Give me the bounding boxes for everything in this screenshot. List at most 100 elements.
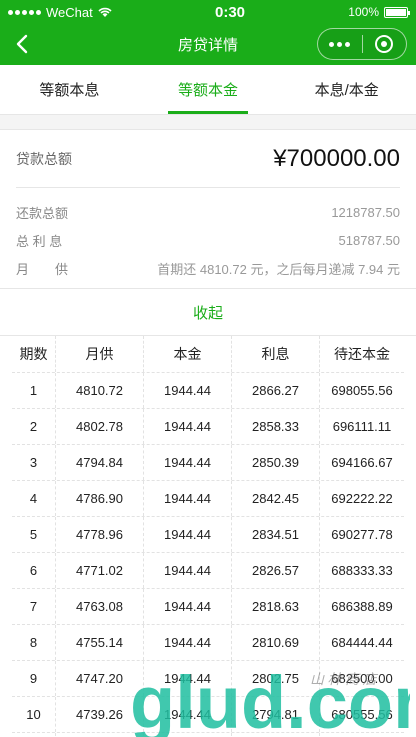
cell-principal: 1944.44 [144, 589, 232, 624]
capsule-menu [317, 28, 407, 60]
cell-principal: 1944.44 [144, 481, 232, 516]
cell-remaining: 684444.44 [331, 635, 393, 650]
cell-interest: 2802.75 [232, 661, 320, 696]
cell-principal: 1944.44 [144, 625, 232, 660]
cell-interest: 2786.88 [232, 733, 320, 737]
cell-interest: 2850.39 [232, 445, 320, 480]
summary-details: 还款总额 1218787.50 总 利 息 518787.50 月 供 首期还 … [16, 188, 400, 288]
cell-monthly: 4794.84 [56, 445, 144, 480]
cell-principal: 1944.44 [144, 553, 232, 588]
header-principal: 本金 [144, 336, 232, 372]
cell-remaining: 682500.00 [331, 671, 393, 686]
table-row: 114731.321944.442786.88678611.11 [12, 733, 404, 737]
cell-interest: 2810.69 [232, 625, 320, 660]
cell-principal: 1944.44 [144, 661, 232, 696]
table-body: 1 4810.72 1944.44 2866.27 698055.56 2 4802.78 1… [12, 373, 404, 737]
cell-principal: 1944.44 [144, 409, 232, 444]
more-dots-icon [329, 41, 351, 47]
total-interest-value: 518787.50 [338, 232, 400, 248]
cell-interest: 2834.51 [232, 517, 320, 552]
total-repayment-row: 还款总额 1218787.50 [16, 198, 400, 226]
cell-principal: 1944.44 [144, 517, 232, 552]
cell-period: 10 [12, 697, 56, 732]
cell-remaining: 694166.67 [331, 455, 393, 470]
back-button[interactable] [8, 30, 36, 58]
cell-period: 1 [12, 373, 56, 408]
table-row: 9 4747.20 1944.44 2802.75 682500.00 [12, 661, 404, 697]
cell-monthly: 4763.08 [56, 589, 144, 624]
cell-interest: 2842.45 [232, 481, 320, 516]
cell-remaining: 678611.11 [320, 733, 404, 737]
cell-remaining: 698055.56 [331, 383, 393, 398]
monthly-payment-value: 首期还 4810.72 元，之后每月递减 7.94 元 [157, 261, 400, 277]
total-repayment-value: 1218787.50 [331, 204, 400, 220]
loan-total-row: 贷款总额 ¥700000.00 [16, 130, 400, 188]
table-row: 2 4802.78 1944.44 2858.33 696111.11 [12, 409, 404, 445]
wifi-icon [98, 7, 112, 17]
cell-interest: 2866.27 [232, 373, 320, 408]
status-left: WeChat [8, 5, 112, 20]
cell-period: 8 [12, 625, 56, 660]
table-row: 5 4778.96 1944.44 2834.51 690277.78 [12, 517, 404, 553]
tab-equal-installment[interactable]: 等额本息 [0, 65, 139, 114]
target-icon [375, 35, 394, 53]
cell-remaining: 686388.89 [331, 599, 393, 614]
collapse-button[interactable]: 收起 [0, 288, 416, 336]
cell-remaining: 692222.22 [331, 491, 393, 506]
cell-monthly: 4786.90 [56, 481, 144, 516]
more-button[interactable] [318, 29, 362, 59]
monthly-payment-label: 月 供 [16, 261, 69, 277]
tab-bar: 等额本息 等额本金 本息/本金 [0, 65, 416, 115]
table-row: 6 4771.02 1944.44 2826.57 688333.33 [12, 553, 404, 589]
close-miniprogram-button[interactable] [363, 29, 407, 59]
cell-period: 2 [12, 409, 56, 444]
cell-monthly: 4747.20 [56, 661, 144, 696]
cell-period: 4 [12, 481, 56, 516]
loan-total-label: 贷款总额 [16, 150, 72, 167]
repayment-table: 期数 月供 本金 利息 待还本金 1 4810.72 1944.44 2866.27 6… [0, 336, 416, 737]
header-interest: 利息 [232, 336, 320, 372]
battery-icon [384, 6, 410, 18]
cell-remaining: 696111.11 [332, 419, 392, 434]
table-row: 4 4786.90 1944.44 2842.45 692222.22 [12, 481, 404, 517]
loan-summary: 贷款总额 ¥700000.00 还款总额 1218787.50 总 利 息 51… [0, 129, 416, 288]
cell-period: 6 [12, 553, 56, 588]
cell-interest: 2818.63 [232, 589, 320, 624]
cell-interest: 2826.57 [232, 553, 320, 588]
cell-monthly: 4739.26 [56, 697, 144, 732]
table-row: 10 4739.26 1944.44 2794.81 680555.56 [12, 697, 404, 733]
tab-equal-principal[interactable]: 等额本金 [139, 65, 278, 114]
tab-compare[interactable]: 本息/本金 [277, 65, 416, 114]
battery-percent: 100% [348, 5, 379, 19]
table-row: 3 4794.84 1944.44 2850.39 694166.67 [12, 445, 404, 481]
cell-principal: 1944.44 [144, 733, 232, 737]
table-row: 7 4763.08 1944.44 2818.63 686388.89 [12, 589, 404, 625]
cell-monthly: 4755.14 [56, 625, 144, 660]
carrier-label: WeChat [46, 4, 93, 20]
chevron-left-icon [16, 34, 28, 54]
cell-interest: 2794.81 [232, 697, 320, 732]
signal-icon [8, 9, 41, 15]
status-time: 0:30 [215, 3, 246, 21]
cell-interest: 2858.33 [232, 409, 320, 444]
cell-remaining: 690277.78 [331, 527, 393, 542]
cell-monthly: 4731.32 [56, 733, 144, 737]
page-title: 房贷详情 [177, 37, 238, 54]
cell-principal: 1944.44 [144, 445, 232, 480]
table-row: 8 4755.14 1944.44 2810.69 684444.44 [12, 625, 404, 661]
cell-principal: 1944.44 [144, 373, 232, 408]
header-period: 期数 [12, 336, 56, 372]
total-interest-row: 总 利 息 518787.50 [16, 226, 400, 254]
total-interest-label: 总 利 息 [16, 233, 63, 249]
monthly-payment-row: 月 供 首期还 4810.72 元，之后每月递减 7.94 元 [16, 254, 400, 282]
total-repayment-label: 还款总额 [16, 205, 69, 221]
cell-monthly: 4802.78 [56, 409, 144, 444]
cell-period: 11 [12, 733, 56, 737]
cell-monthly: 4771.02 [56, 553, 144, 588]
header-monthly: 月供 [56, 336, 144, 372]
cell-monthly: 4810.72 [56, 373, 144, 408]
status-bar: WeChat 0:30 100% [0, 0, 416, 24]
cell-period: 9 [12, 661, 56, 696]
table-row: 1 4810.72 1944.44 2866.27 698055.56 [12, 373, 404, 409]
